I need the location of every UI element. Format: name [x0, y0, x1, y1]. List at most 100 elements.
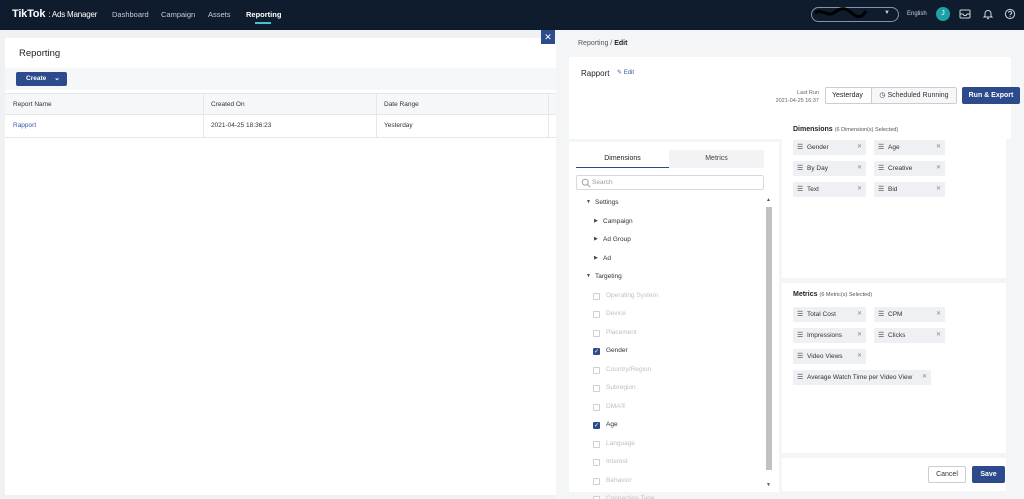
- selected-metrics-chip[interactable]: ☰ Clicks ✕: [874, 328, 945, 343]
- checkbox-age[interactable]: ✓: [593, 422, 600, 429]
- nav-reporting[interactable]: Reporting: [246, 10, 281, 19]
- tiktok-logo[interactable]: TikTok: Ads Manager: [12, 8, 97, 20]
- tree-item-dma-: DMA®: [606, 402, 626, 410]
- drag-handle-icon[interactable]: ☰: [797, 328, 803, 343]
- remove-icon[interactable]: ✕: [857, 140, 862, 155]
- selected-dimensions-chip[interactable]: ☰ Age ✕: [874, 140, 945, 155]
- run-export-button[interactable]: Run & Export: [962, 87, 1020, 104]
- tab-dimensions[interactable]: Dimensions: [576, 150, 669, 168]
- tree-item-placement: Placement: [606, 328, 637, 336]
- remove-icon[interactable]: ✕: [857, 307, 862, 322]
- nav-active-indicator: [255, 22, 271, 24]
- nav-dashboard[interactable]: Dashboard: [112, 10, 149, 19]
- drag-handle-icon[interactable]: ☰: [878, 182, 884, 197]
- column-header-created-on[interactable]: Created On: [211, 101, 245, 108]
- tree-item-ad[interactable]: ▶ Ad: [594, 255, 611, 262]
- report-name-link[interactable]: Rapport: [13, 122, 36, 129]
- tree-item-ad-group[interactable]: ▶ Ad Group: [594, 236, 631, 243]
- selected-metrics-chip[interactable]: ☰ Total Cost ✕: [793, 307, 866, 322]
- cancel-button[interactable]: Cancel: [928, 466, 966, 483]
- checkbox-device: [593, 311, 600, 318]
- remove-icon[interactable]: ✕: [857, 182, 862, 197]
- tree-item-targeting[interactable]: ▼ Targeting: [586, 273, 622, 280]
- caret-right-icon[interactable]: ▶: [594, 218, 598, 224]
- chevron-down-icon: ⌄: [54, 75, 60, 82]
- drag-handle-icon[interactable]: ☰: [797, 140, 803, 155]
- redacted-scribble: [814, 7, 868, 19]
- help-icon[interactable]: [1004, 8, 1016, 20]
- remove-icon[interactable]: ✕: [857, 161, 862, 176]
- selected-dimensions-chip[interactable]: ☰ Creative ✕: [874, 161, 945, 176]
- dimensions-chip-label: Age: [888, 144, 900, 151]
- drag-handle-icon[interactable]: ☰: [878, 161, 884, 176]
- selected-metrics-chip[interactable]: ☰ Video Views ✕: [793, 349, 866, 364]
- search-input[interactable]: Search: [576, 175, 764, 190]
- edit-name-link[interactable]: ✎ Edit: [617, 69, 634, 76]
- nav-campaign[interactable]: Campaign: [161, 10, 195, 19]
- tree-item-country-region: Country/Region: [606, 365, 652, 373]
- column-header-report-name[interactable]: Report Name: [13, 101, 52, 108]
- create-button[interactable]: Create ⌄: [16, 72, 67, 86]
- checkbox-gender[interactable]: ✓: [593, 348, 600, 355]
- scroll-down-arrow[interactable]: ▼: [766, 482, 771, 488]
- bell-icon[interactable]: [982, 8, 994, 20]
- remove-icon[interactable]: ✕: [936, 140, 941, 155]
- tree-item-gender[interactable]: Gender: [606, 347, 628, 354]
- metrics-chip-label: Total Cost: [807, 311, 836, 318]
- selected-dimensions-chip[interactable]: ☰ Gender ✕: [793, 140, 866, 155]
- selected-metrics-chip[interactable]: ☰ Average Watch Time per Video View ✕: [793, 370, 931, 385]
- checkbox-language: [593, 440, 600, 448]
- save-button[interactable]: Save: [972, 466, 1005, 483]
- scroll-up-arrow[interactable]: ▲: [766, 197, 771, 203]
- remove-icon[interactable]: ✕: [936, 328, 941, 343]
- tree-item-campaign[interactable]: ▶ Campaign: [594, 218, 633, 225]
- column-divider: [203, 115, 204, 137]
- avatar[interactable]: J: [936, 7, 950, 21]
- tree-item-age[interactable]: Age: [606, 421, 618, 428]
- mail-icon[interactable]: [959, 8, 971, 20]
- selected-dimensions-chip[interactable]: ☰ Bid ✕: [874, 182, 945, 197]
- selected-dimensions-chip[interactable]: ☰ By Day ✕: [793, 161, 866, 176]
- language-selector[interactable]: English: [907, 11, 927, 17]
- metrics-chip-label: CPM: [888, 311, 903, 318]
- tree-item-settings[interactable]: ▼ Settings: [586, 199, 619, 206]
- breadcrumb: Reporting / Edit: [578, 40, 627, 47]
- remove-icon[interactable]: ✕: [857, 328, 862, 343]
- selected-metrics-chip[interactable]: ☰ CPM ✕: [874, 307, 945, 322]
- selected-dimensions-chip[interactable]: ☰ Text ✕: [793, 182, 866, 197]
- drag-handle-icon[interactable]: ☰: [797, 370, 803, 385]
- pencil-icon: ✎: [617, 70, 623, 76]
- scheduled-running-button[interactable]: ◷ Scheduled Running: [871, 87, 957, 104]
- nav-assets[interactable]: Assets: [208, 10, 231, 19]
- toolbar: [5, 68, 558, 90]
- tab-metrics[interactable]: Metrics: [669, 150, 764, 168]
- column-divider: [376, 115, 377, 137]
- scrollbar-thumb[interactable]: [766, 207, 772, 470]
- field-selector: Dimensions Metrics Search ▼ Settings ▶ Camp…: [569, 142, 779, 499]
- drag-handle-icon[interactable]: ☰: [797, 307, 803, 322]
- drag-handle-icon[interactable]: ☰: [878, 140, 884, 155]
- drag-handle-icon[interactable]: ☰: [878, 307, 884, 322]
- table-row[interactable]: Rapport 2021-04-25 18:36:23 Yesterday: [5, 115, 558, 138]
- drag-handle-icon[interactable]: ☰: [797, 349, 803, 364]
- remove-icon[interactable]: ✕: [936, 161, 941, 176]
- remove-icon[interactable]: ✕: [936, 307, 941, 322]
- caret-down-icon[interactable]: ▼: [586, 199, 591, 205]
- close-drawer-button[interactable]: ✕: [541, 30, 555, 44]
- drag-handle-icon[interactable]: ☰: [797, 161, 803, 176]
- caret-right-icon[interactable]: ▶: [594, 236, 598, 242]
- selected-metrics-chip[interactable]: ☰ Impressions ✕: [793, 328, 866, 343]
- remove-icon[interactable]: ✕: [857, 349, 862, 364]
- drag-handle-icon[interactable]: ☰: [797, 182, 803, 197]
- drag-handle-icon[interactable]: ☰: [878, 328, 884, 343]
- breadcrumb-root[interactable]: Reporting /: [578, 40, 612, 47]
- dimensions-chip-label: Bid: [888, 186, 898, 193]
- caret-down-icon[interactable]: ▼: [586, 273, 591, 279]
- caret-right-icon[interactable]: ▶: [594, 255, 598, 261]
- date-range-cell: Yesterday: [384, 122, 413, 129]
- remove-icon[interactable]: ✕: [922, 370, 927, 385]
- remove-icon[interactable]: ✕: [936, 182, 941, 197]
- column-header-date-range[interactable]: Date Range: [384, 101, 419, 108]
- metrics-chip-label: Impressions: [807, 332, 843, 339]
- metrics-heading: Metrics (6 Metric(s) Selected): [793, 291, 873, 298]
